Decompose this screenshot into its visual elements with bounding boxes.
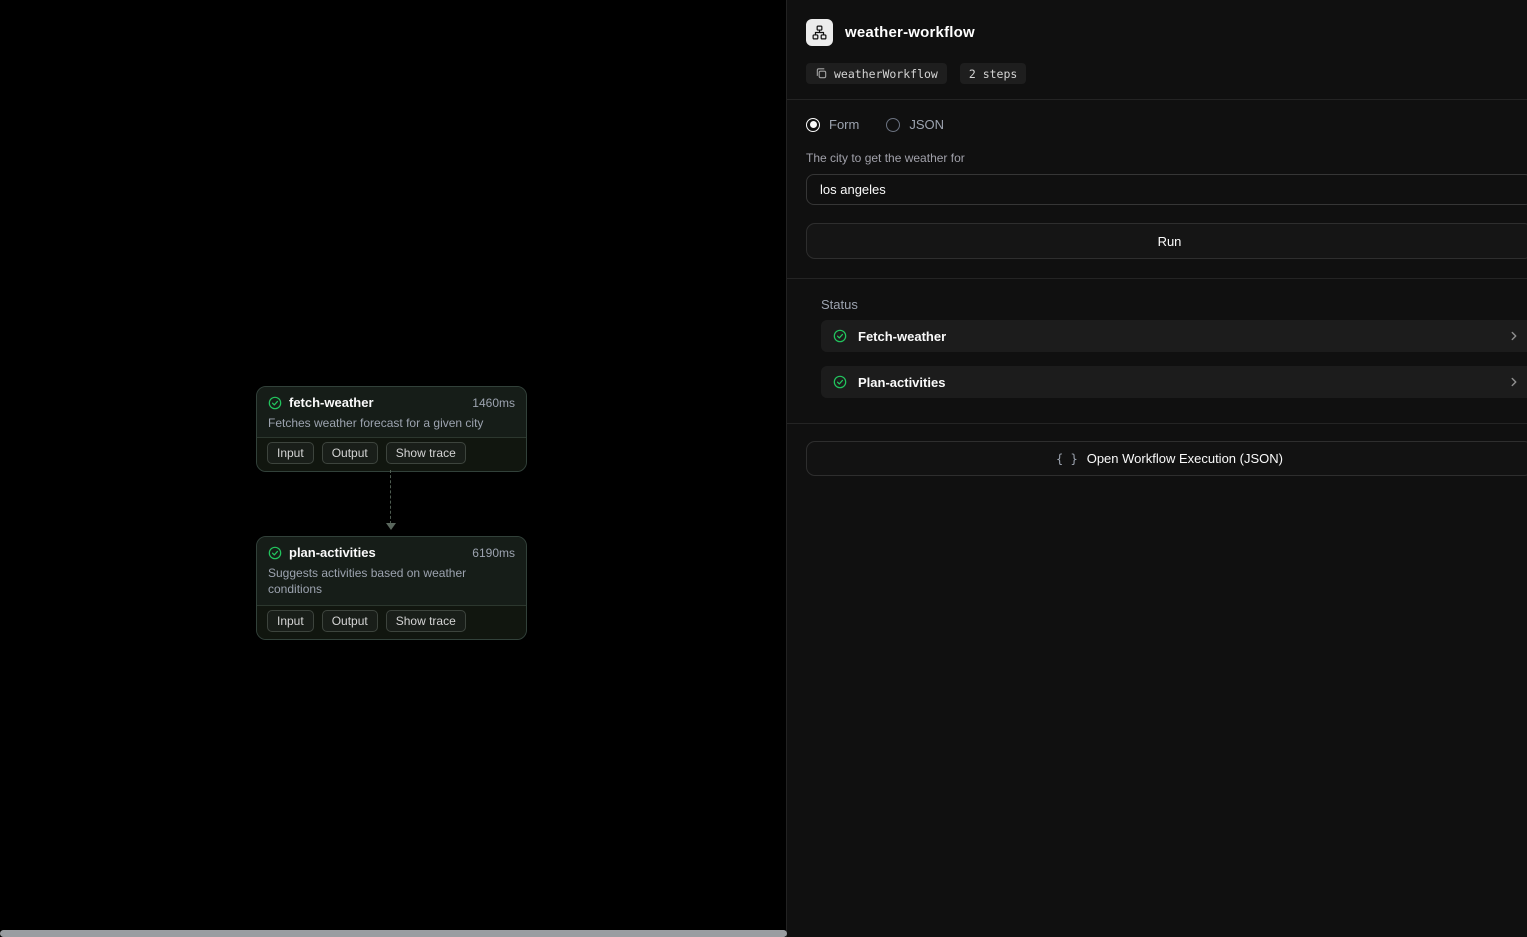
json-braces-icon: { } bbox=[1056, 451, 1078, 466]
view-toggle: Form JSON bbox=[806, 117, 1527, 132]
input-button[interactable]: Input bbox=[267, 609, 314, 632]
workflow-canvas[interactable]: fetch-weather 1460ms Fetches weather for… bbox=[0, 0, 787, 937]
output-button[interactable]: Output bbox=[321, 441, 378, 464]
workflow-node-fetch-weather[interactable]: fetch-weather 1460ms Fetches weather for… bbox=[256, 386, 527, 472]
chevron-right-icon bbox=[1507, 329, 1521, 343]
node-description: Suggests activities based on weather con… bbox=[268, 566, 467, 597]
radio-unselected-icon bbox=[886, 117, 901, 132]
node-actions: Input Output Show trace bbox=[257, 604, 526, 639]
panel-header: weather-workflow weatherWorkflow 2 steps bbox=[787, 0, 1527, 84]
node-actions: Input Output Show trace bbox=[257, 436, 526, 471]
open-workflow-execution-label: Open Workflow Execution (JSON) bbox=[1086, 451, 1283, 466]
node-duration: 6190ms bbox=[472, 545, 515, 560]
node-title: plan-activities bbox=[289, 545, 376, 560]
edge-connector-line bbox=[390, 470, 392, 524]
workflow-icon bbox=[806, 19, 833, 46]
status-row-label: Plan-activities bbox=[858, 374, 946, 390]
steps-badge: 2 steps bbox=[959, 63, 1027, 84]
trigger-form: Form JSON The city to get the weather fo… bbox=[787, 100, 1527, 259]
node-body: plan-activities 6190ms Suggests activiti… bbox=[257, 537, 526, 605]
workflow-node-plan-activities[interactable]: plan-activities 6190ms Suggests activiti… bbox=[256, 536, 527, 640]
horizontal-scrollbar[interactable] bbox=[0, 930, 787, 937]
run-button[interactable]: Run bbox=[806, 223, 1527, 259]
page-title: weather-workflow bbox=[845, 24, 975, 41]
success-check-icon bbox=[268, 546, 282, 560]
chevron-right-icon bbox=[1507, 375, 1521, 389]
status-heading: Status bbox=[821, 297, 858, 312]
status-row-label: Fetch-weather bbox=[858, 328, 947, 344]
form-radio-label: Form bbox=[829, 117, 860, 132]
workflow-app: fetch-weather 1460ms Fetches weather for… bbox=[0, 0, 1527, 937]
node-title: fetch-weather bbox=[289, 395, 374, 410]
input-button[interactable]: Input bbox=[267, 441, 314, 464]
success-check-icon bbox=[833, 329, 847, 343]
node-header: plan-activities 6190ms bbox=[268, 545, 515, 560]
node-body: fetch-weather 1460ms Fetches weather for… bbox=[257, 387, 526, 437]
status-row-fetch-weather[interactable]: Fetch-weather bbox=[821, 320, 1527, 352]
open-workflow-execution-button[interactable]: { } Open Workflow Execution (JSON) bbox=[806, 441, 1527, 476]
execution-section: { } Open Workflow Execution (JSON) bbox=[787, 424, 1527, 476]
workflow-side-panel: weather-workflow weatherWorkflow 2 steps… bbox=[787, 0, 1527, 937]
copy-icon bbox=[815, 67, 828, 80]
node-header: fetch-weather 1460ms bbox=[268, 395, 515, 410]
status-section: Status Fetch-weather Plan-activities bbox=[787, 279, 1527, 398]
node-description: Fetches weather forecast for a given cit… bbox=[268, 416, 484, 430]
workflow-id-badge[interactable]: weatherWorkflow bbox=[806, 63, 947, 84]
show-trace-button[interactable]: Show trace bbox=[385, 609, 466, 632]
badge-row: weatherWorkflow 2 steps bbox=[806, 63, 1527, 84]
output-button[interactable]: Output bbox=[321, 609, 378, 632]
status-row-plan-activities[interactable]: Plan-activities bbox=[821, 366, 1527, 398]
radio-selected-icon bbox=[806, 117, 820, 132]
json-radio[interactable]: JSON bbox=[886, 117, 944, 132]
city-input[interactable] bbox=[806, 174, 1527, 205]
show-trace-button[interactable]: Show trace bbox=[385, 441, 466, 464]
edge-arrow-icon bbox=[386, 523, 396, 530]
json-radio-label: JSON bbox=[909, 117, 945, 132]
form-radio[interactable]: Form bbox=[806, 117, 859, 132]
city-field-label: The city to get the weather for bbox=[806, 151, 965, 165]
workflow-id-label: weatherWorkflow bbox=[834, 66, 938, 81]
success-check-icon bbox=[833, 375, 847, 389]
success-check-icon bbox=[268, 396, 282, 410]
node-duration: 1460ms bbox=[472, 395, 515, 410]
